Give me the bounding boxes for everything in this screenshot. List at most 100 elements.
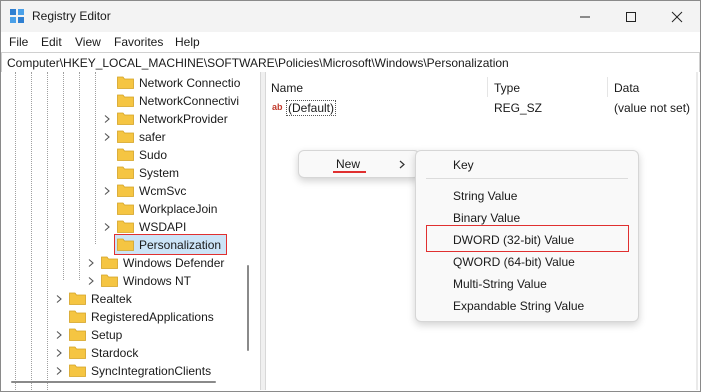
tree-item[interactable]: Sudo <box>1 146 260 164</box>
chevron-right-icon <box>399 160 405 169</box>
folder-icon <box>117 94 134 107</box>
tree-item-label: Personalization <box>139 238 222 252</box>
menu-help[interactable]: Help <box>175 35 200 49</box>
folder-icon <box>69 310 86 323</box>
tree-item-label: NetworkConnectivi <box>139 94 240 108</box>
tree-item[interactable]: System <box>1 164 260 182</box>
value-type: REG_SZ <box>494 101 543 115</box>
new-annotation-underline <box>333 171 366 173</box>
folder-icon <box>101 274 118 287</box>
column-divider[interactable] <box>607 77 608 97</box>
tree-item[interactable]: WSDAPI <box>1 218 260 236</box>
address-path: Computer\HKEY_LOCAL_MACHINE\SOFTWARE\Pol… <box>7 56 509 70</box>
tree-item-label: Realtek <box>91 292 132 306</box>
tree-item-label: WSDAPI <box>139 220 187 234</box>
chevron-right-icon[interactable] <box>55 331 63 339</box>
tree-pane[interactable]: Network Connectio NetworkConnectivi Networ… <box>1 72 260 390</box>
minimize-icon <box>580 16 590 18</box>
tree-item[interactable]: Realtek <box>1 290 260 308</box>
tree-item-label: SyncIntegrationClients <box>91 364 212 378</box>
column-header-name[interactable]: Name <box>271 81 303 95</box>
minimize-button[interactable] <box>562 1 608 32</box>
tree-item[interactable]: Stardock <box>1 344 260 362</box>
folder-icon <box>117 202 134 215</box>
tree-item-label: Setup <box>91 328 123 342</box>
chevron-right-icon[interactable] <box>55 367 63 375</box>
submenu-dword-value[interactable]: DWORD (32-bit) Value <box>453 233 574 247</box>
maximize-icon <box>626 12 636 22</box>
tree-item[interactable]: Windows NT <box>1 272 260 290</box>
tree-item-label: WcmSvc <box>139 184 187 198</box>
tree-item[interactable]: Setup <box>1 326 260 344</box>
tree-item-label: Stardock <box>91 346 139 360</box>
tree-item-label: WorkplaceJoin <box>139 202 218 216</box>
submenu-qword-value[interactable]: QWORD (64-bit) Value <box>453 255 575 269</box>
value-data: (value not set) <box>614 101 691 115</box>
column-divider[interactable] <box>487 77 488 97</box>
menu-view[interactable]: View <box>75 35 101 49</box>
folder-icon <box>117 76 134 89</box>
folder-icon <box>69 346 86 359</box>
tree-item[interactable]: WorkplaceJoin <box>1 200 260 218</box>
folder-icon <box>117 130 134 143</box>
submenu-key[interactable]: Key <box>453 158 474 172</box>
window-title: Registry Editor <box>32 9 111 23</box>
chevron-right-icon[interactable] <box>55 295 63 303</box>
submenu-binary-value[interactable]: Binary Value <box>453 211 520 225</box>
chevron-right-icon[interactable] <box>87 277 95 285</box>
folder-icon <box>117 220 134 233</box>
tree-item[interactable]: RegisteredApplications <box>1 308 260 326</box>
folder-icon <box>117 148 134 161</box>
value-name: (Default) <box>286 100 337 116</box>
tree-item-label: Windows Defender <box>123 256 225 270</box>
submenu-string-value[interactable]: String Value <box>453 189 517 203</box>
context-menu: New <box>298 150 420 178</box>
tree-item-label: Sudo <box>139 148 168 162</box>
submenu-multi-string-value[interactable]: Multi-String Value <box>453 277 547 291</box>
tree-item[interactable]: Network Connectio <box>1 74 260 92</box>
tree-horizontal-scrollbar[interactable] <box>11 381 216 383</box>
folder-icon <box>101 256 118 269</box>
chevron-right-icon[interactable] <box>103 115 111 123</box>
folder-icon <box>117 166 134 179</box>
chevron-right-icon[interactable] <box>103 223 111 231</box>
tree-item[interactable]: safer <box>1 128 260 146</box>
value-row[interactable]: ab (Default) REG_SZ (value not set) <box>266 98 700 116</box>
folder-icon <box>69 292 86 305</box>
tree-vertical-scrollbar[interactable] <box>247 265 249 351</box>
tree-item-label: safer <box>139 130 166 144</box>
chevron-right-icon[interactable] <box>55 349 63 357</box>
tree-item[interactable]: Personalization <box>1 236 260 254</box>
tree-item-label: Windows NT <box>123 274 192 288</box>
tree-item-label: Network Connectio <box>139 76 241 90</box>
ab-string-icon: ab <box>271 100 287 114</box>
folder-icon <box>69 328 86 341</box>
close-button[interactable] <box>654 1 700 32</box>
values-vertical-scrollbar-track[interactable] <box>696 72 698 390</box>
registry-editor-icon <box>10 9 24 23</box>
menu-bar: File Edit View Favorites Help <box>1 32 700 52</box>
tree-item[interactable]: Windows Defender <box>1 254 260 272</box>
maximize-button[interactable] <box>608 1 654 32</box>
tree-item[interactable]: NetworkConnectivi <box>1 92 260 110</box>
chevron-right-icon[interactable] <box>87 259 95 267</box>
svg-text:ab: ab <box>272 102 283 112</box>
menu-file[interactable]: File <box>9 35 28 49</box>
tree-item[interactable]: SyncIntegrationClients <box>1 362 260 380</box>
chevron-right-icon[interactable] <box>103 187 111 195</box>
menu-edit[interactable]: Edit <box>41 35 62 49</box>
submenu-expandable-string-value[interactable]: Expandable String Value <box>453 299 584 313</box>
folder-icon <box>117 184 134 197</box>
folder-open-icon <box>117 238 134 251</box>
menu-favorites[interactable]: Favorites <box>114 35 163 49</box>
context-menu-new[interactable]: New <box>336 157 360 171</box>
tree-item[interactable]: NetworkProvider <box>1 110 260 128</box>
chevron-right-icon[interactable] <box>103 133 111 141</box>
folder-icon <box>117 112 134 125</box>
folder-icon <box>69 364 86 377</box>
address-bar[interactable]: Computer\HKEY_LOCAL_MACHINE\SOFTWARE\Pol… <box>1 52 700 73</box>
tree-item-label: System <box>139 166 180 180</box>
column-header-type[interactable]: Type <box>494 81 520 95</box>
column-header-data[interactable]: Data <box>614 81 639 95</box>
tree-item[interactable]: WcmSvc <box>1 182 260 200</box>
